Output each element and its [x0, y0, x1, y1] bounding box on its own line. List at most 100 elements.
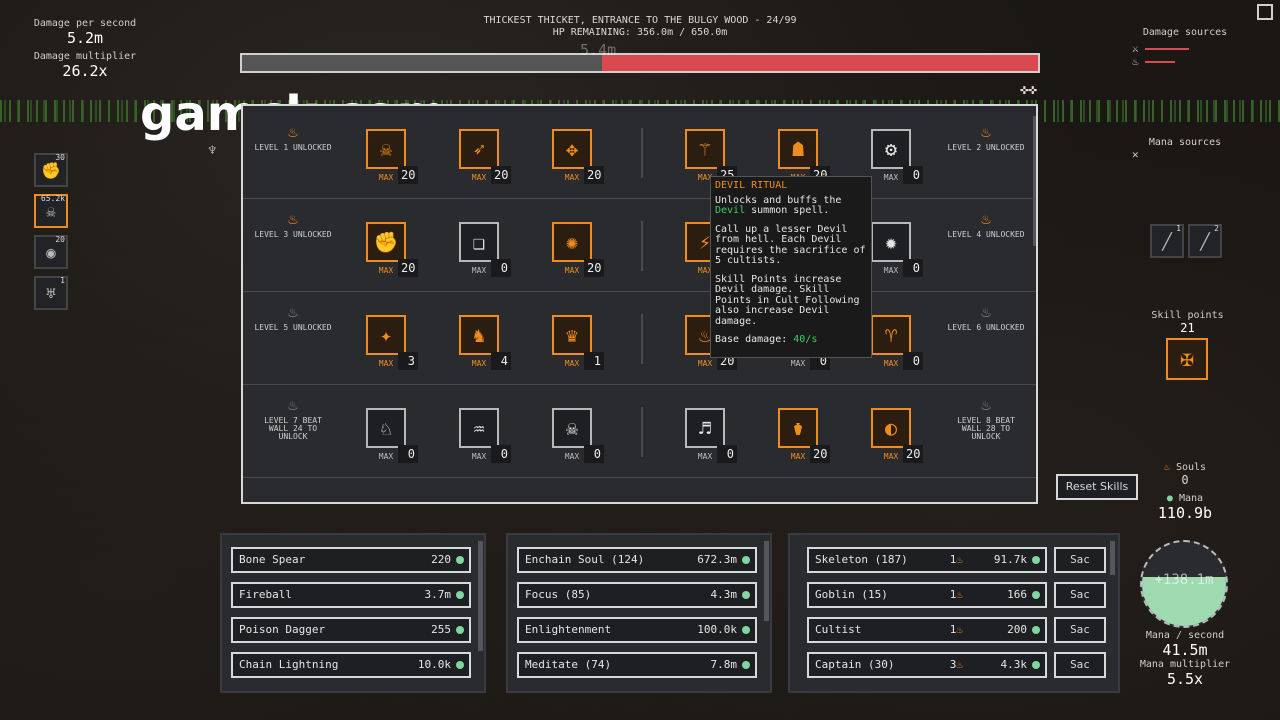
skill-node[interactable]: ◐ [871, 408, 911, 448]
summon-button[interactable]: Captain (30) 3♨ 4.3k [807, 652, 1047, 678]
level-text: LEVEL 5 UNLOCKED [254, 323, 332, 332]
mana-orb-icon [742, 556, 750, 564]
skill-icon: ☠ [379, 137, 393, 161]
dps-stat: Damage per second 5.2m Damage multiplier… [20, 18, 150, 80]
skill-node[interactable]: ♘ [366, 408, 406, 448]
skill-node[interactable]: ➶ [459, 129, 499, 169]
tree-divider [641, 407, 643, 457]
spells-button[interactable]: Poison Dagger 255 [231, 617, 471, 643]
side-tab-count: 20 [55, 235, 65, 244]
skill-node[interactable]: ☗ [778, 129, 818, 169]
sacrifice-button[interactable]: Sac [1054, 547, 1106, 573]
skill-node[interactable]: ♞ [459, 315, 499, 355]
summon-button[interactable]: Goblin (15) 1♨ 166 [807, 582, 1047, 608]
side-tab-1[interactable]: 30 ✊ [34, 153, 68, 187]
skill-level: 20 [810, 445, 831, 463]
skill-node[interactable]: ❏ [459, 222, 499, 262]
side-tab-2[interactable]: 65.2k ☠ [34, 194, 68, 228]
skill-node[interactable]: ♒ [459, 408, 499, 448]
mana-orb-icon [456, 626, 464, 634]
meditations-button[interactable]: Meditate (74) 7.8m [517, 652, 757, 678]
sacrifice-button[interactable]: Sac [1054, 582, 1106, 608]
spells-button[interactable]: Fireball 3.7m [231, 582, 471, 608]
spells-button[interactable]: Bone Spear 220 [231, 547, 471, 573]
meditations-button[interactable]: Enchain Soul (124) 672.3m [517, 547, 757, 573]
mana-rate: Mana / second 41.5m Mana multiplier 5.5x [1135, 630, 1235, 688]
skill-icon: ☠ [565, 416, 579, 440]
spells-cost: 220 [431, 553, 451, 566]
side-tab-count: 30 [55, 153, 65, 162]
summons-panel: Skeleton (187) 1♨ 91.7k Sac Goblin (15) 1♨… [788, 533, 1120, 693]
spells-name: Poison Dagger [239, 623, 326, 636]
sacrifice-button[interactable]: Sac [1054, 652, 1106, 678]
meditations-button[interactable]: Focus (85) 4.3m [517, 582, 757, 608]
skill-node[interactable]: ✺ [552, 222, 592, 262]
flame-icon: ♨ [288, 302, 298, 321]
side-tab-4[interactable]: 1 ♅ [34, 276, 68, 310]
hp-bar: 5.4m [240, 41, 1040, 73]
mana-multiplier-label: Mana multiplier [1139, 659, 1231, 670]
skill-level: 0 [903, 166, 923, 184]
skill-node[interactable]: ☠ [366, 129, 406, 169]
sword-icon: ⚔ [1132, 42, 1139, 55]
skill-level: 0 [491, 259, 511, 277]
summon-button[interactable]: Cultist 1♨ 200 [807, 617, 1047, 643]
skull-icon: ☠ [46, 201, 56, 221]
soul-icon: ♨ [956, 588, 963, 601]
dps-value: 5.2m [66, 29, 104, 47]
skill-node[interactable]: ✦ [366, 315, 406, 355]
spells-button[interactable]: Chain Lightning 10.0k [231, 652, 471, 678]
summon-name: Skeleton (187) [815, 553, 908, 566]
damage-source-bar [1145, 48, 1190, 50]
level-text: LEVEL 3 UNLOCKED [254, 230, 332, 239]
flame-icon: ♨ [288, 122, 298, 141]
meditation-scrollbar[interactable] [764, 541, 769, 621]
skill-node[interactable]: ✹ [871, 222, 911, 262]
sacrifice-button[interactable]: Sac [1054, 617, 1106, 643]
skill-node[interactable]: ⚙ [871, 129, 911, 169]
skill-node[interactable]: ✥ [552, 129, 592, 169]
spells-scrollbar[interactable] [478, 541, 483, 651]
equip-slot-1[interactable]: 1 ╱ [1150, 224, 1184, 258]
skill-level: 0 [584, 445, 604, 463]
side-tab-3[interactable]: 20 ◉ [34, 235, 68, 269]
meditations-button[interactable]: Enlightenment 100.0k [517, 617, 757, 643]
skill-tree-button[interactable]: ✠ [1166, 338, 1208, 380]
level-text: LEVEL 1 UNLOCKED [254, 143, 332, 152]
reset-skills-button[interactable]: Reset Skills [1056, 474, 1138, 500]
skill-points: Skill points 21 [1145, 310, 1230, 335]
skill-node[interactable]: ⚱ [778, 408, 818, 448]
tree-row: ♨ LEVEL 1 UNLOCKED ♨ LEVEL 2 UNLOCKED ☠ MA… [243, 106, 1036, 199]
menu-icon[interactable] [1257, 4, 1273, 20]
dps-label: Damage per second [33, 18, 137, 29]
soul-icon: ♨ [956, 553, 963, 566]
mana-orb-icon [1032, 556, 1040, 564]
hp-remaining: HP REMAINING: 356.0m / 650.0m [552, 27, 728, 38]
mana-orb-icon [742, 661, 750, 669]
damage-multiplier-value: 26.2x [62, 62, 108, 80]
skill-icon: ♬ [698, 416, 712, 440]
skill-level: 20 [584, 259, 605, 277]
skill-node[interactable]: ⚚ [685, 129, 725, 169]
equip-slot-2[interactable]: 2 ╱ [1188, 224, 1222, 258]
skill-node[interactable]: ✊ [366, 222, 406, 262]
summon-button[interactable]: Skeleton (187) 1♨ 91.7k [807, 547, 1047, 573]
skill-icon: ⚱ [791, 416, 805, 440]
skill-node[interactable]: ♛ [552, 315, 592, 355]
mana-orb-icon: ● [1166, 493, 1173, 504]
skill-node[interactable]: ☠ [552, 408, 592, 448]
skill-icon: ✹ [884, 230, 898, 254]
base-damage-label: Base damage: [715, 334, 788, 345]
tooltip-text-c: summon spell. [751, 205, 830, 216]
skill-level: 0 [491, 445, 511, 463]
wand-icon: ╱ [1200, 231, 1210, 251]
skill-node[interactable]: ♈ [871, 315, 911, 355]
skill-node[interactable]: ♬ [685, 408, 725, 448]
meditations-name: Enlightenment [525, 623, 612, 636]
level-text: LEVEL 7 BEAT WALL 24 TO UNLOCK [264, 416, 322, 441]
skill-level: 20 [584, 166, 605, 184]
mana-orb-icon [456, 556, 464, 564]
tooltip-para-3: Skill Points increase Devil damage. Skil… [715, 273, 860, 327]
summon-name: Goblin (15) [815, 588, 888, 601]
summons-scrollbar[interactable] [1110, 541, 1115, 575]
